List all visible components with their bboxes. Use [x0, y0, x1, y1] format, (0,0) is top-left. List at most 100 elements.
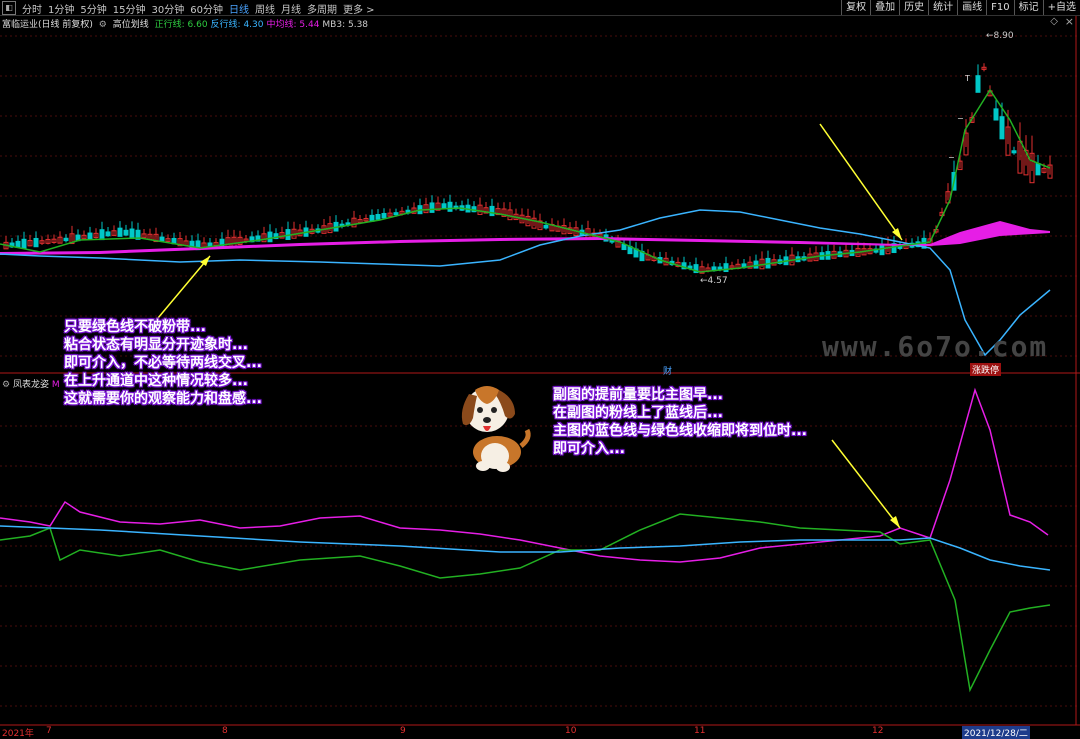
- period-tab[interactable]: 15分钟: [111, 1, 150, 16]
- tool-buttons: 复权 叠加 历史 统计 画线 F10 标记 +自选: [841, 0, 1080, 15]
- sub-blue-line: [0, 525, 1051, 571]
- period-tab[interactable]: 更多 >: [341, 1, 379, 16]
- x-axis-label: 8: [222, 726, 228, 736]
- period-tab[interactable]: 5分钟: [78, 1, 110, 16]
- candle-body: [393, 212, 399, 216]
- candle-body: [21, 238, 27, 249]
- x-axis-label: 11: [694, 726, 706, 736]
- candle-body: [381, 212, 387, 219]
- marker-dash-2: −: [948, 153, 955, 162]
- x-axis: 2021年 7 8 9 10 11 12: [0, 726, 1080, 739]
- tool-button[interactable]: F10: [986, 0, 1013, 15]
- callout-line: 这就需要你的观察能力和盘感...: [64, 391, 262, 407]
- sub-indicator-name[interactable]: 凤表龙姿: [13, 380, 49, 390]
- tool-button[interactable]: 复权: [841, 0, 870, 15]
- x-axis-label: 10: [565, 726, 577, 736]
- candle-body: [1011, 150, 1017, 154]
- candle-body: [999, 116, 1005, 140]
- callout-line: 粘合状态有明显分开迹象时...: [64, 337, 248, 353]
- candle-body: [753, 260, 759, 269]
- candle-body: [159, 236, 165, 242]
- period-tab[interactable]: 多周期: [305, 1, 341, 16]
- period-tab[interactable]: 日线: [227, 1, 253, 16]
- indicator-name[interactable]: 高位划线: [113, 20, 149, 30]
- callout-line: 主图的蓝色线与绿色线收缩即将到位时...: [553, 423, 807, 439]
- period-tabs: 分时 1分钟 5分钟 15分钟 30分钟 60分钟 日线 周线 月线 多周期 更多 >: [20, 1, 379, 16]
- legend-item: MB3: 5.38: [322, 20, 369, 30]
- main-legend: 富临运业(日线 前复权) ⚙ 高位划线 正行线: 6.60 反行线: 4.30 中均…: [2, 17, 374, 30]
- arrow-left: [157, 255, 211, 319]
- candle-body: [105, 231, 111, 237]
- close-icon[interactable]: ×: [1065, 15, 1074, 28]
- legend-values: 正行线: 6.60 反行线: 4.30 中均线: 5.44 MB3: 5.38: [155, 20, 371, 30]
- limit-marker[interactable]: 涨跌停: [970, 363, 1002, 376]
- callout-line: 副图的提前量要比主图早...: [553, 387, 723, 403]
- dog-icon: [461, 386, 531, 472]
- cursor-date: 2021/12/28/二: [962, 726, 1030, 739]
- price-max-label: ←8.90: [986, 31, 1014, 41]
- candle-body: [33, 237, 39, 248]
- marker-dash-1: −: [957, 114, 964, 123]
- tool-button[interactable]: +自选: [1042, 0, 1080, 15]
- callout-right: 副图的提前量要比主图早... 在副图的粉线上了蓝线后... 主图的蓝色线与绿色线收缩…: [553, 386, 807, 458]
- price-min-value: 4.57: [707, 276, 728, 286]
- main-indicator-lines: [0, 88, 1051, 357]
- period-tab[interactable]: 1分钟: [46, 1, 78, 16]
- period-tab[interactable]: 60分钟: [188, 1, 227, 16]
- tool-button[interactable]: 叠加: [870, 0, 899, 15]
- period-tab[interactable]: 分时: [20, 1, 46, 16]
- x-axis-label: 2021年: [2, 729, 34, 739]
- legend-item: 中均线: 5.44: [266, 20, 320, 30]
- diamond-icon[interactable]: ◇: [1050, 16, 1058, 27]
- period-tab[interactable]: 30分钟: [149, 1, 188, 16]
- candle-body: [975, 75, 981, 93]
- candle-body: [717, 266, 723, 270]
- period-tab[interactable]: 周线: [253, 1, 279, 16]
- marker-t: T: [965, 74, 970, 83]
- callout-line: 在副图的粉线上了蓝线后...: [553, 405, 723, 421]
- candle-body: [87, 232, 93, 240]
- candle-body: [429, 202, 435, 213]
- watermark: www.6o7o.com: [822, 330, 1049, 363]
- tool-button[interactable]: 标记: [1013, 0, 1043, 15]
- candle-body: [99, 229, 105, 241]
- stock-title: 富临运业(日线 前复权): [2, 20, 93, 30]
- candle-body: [267, 231, 273, 243]
- tool-button[interactable]: 画线: [957, 0, 986, 15]
- candle-body: [723, 263, 729, 273]
- candle-body: [63, 237, 69, 242]
- legend-item: 反行线: 4.30: [210, 20, 264, 30]
- callout-left: 只要绿色线不破粉带... 粘合状态有明显分开迹象时... 即可介入，不必等待两线交叉…: [64, 318, 262, 408]
- period-tab[interactable]: 月线: [279, 1, 305, 16]
- candle-body: [489, 205, 495, 217]
- x-axis-label: 9: [400, 726, 406, 736]
- legend-item: 正行线: 6.60: [154, 20, 208, 30]
- settings-icon[interactable]: ⚙: [99, 20, 107, 30]
- arrow-top-right: [819, 123, 903, 241]
- candle-body: [879, 244, 885, 256]
- panel-toggle-icon[interactable]: ◧: [2, 1, 16, 15]
- candle-body: [15, 240, 21, 248]
- callout-line: 只要绿色线不破粉带...: [64, 319, 206, 335]
- price-max-value: 8.90: [993, 31, 1014, 41]
- tool-button[interactable]: 历史: [899, 0, 928, 15]
- candle-body: [543, 224, 549, 229]
- callout-line: 即可介入...: [553, 441, 625, 457]
- cai-marker[interactable]: 财: [663, 364, 672, 377]
- candle-body: [1035, 163, 1041, 176]
- candle-body: [375, 214, 381, 220]
- candle-body: [441, 203, 447, 210]
- price-min-label: ←4.57: [700, 276, 728, 286]
- candle-body: [123, 229, 129, 236]
- settings-icon[interactable]: ⚙: [2, 380, 10, 390]
- callout-line: 即可介入，不必等待两线交叉...: [64, 355, 262, 371]
- x-axis-label: 12: [872, 726, 884, 736]
- candle-body: [117, 227, 123, 237]
- candle-body: [993, 108, 999, 121]
- tool-button[interactable]: 统计: [928, 0, 957, 15]
- x-axis-label: 7: [46, 726, 52, 736]
- sub-legend: ⚙ 凤表龙姿 M: [2, 377, 60, 390]
- top-toolbar: ◧ 分时 1分钟 5分钟 15分钟 30分钟 60分钟 日线 周线 月线 多周期 更多 > 复权 叠加…: [0, 0, 1080, 16]
- sub-indicator-extra: M: [51, 380, 60, 390]
- candle-body: [447, 201, 453, 212]
